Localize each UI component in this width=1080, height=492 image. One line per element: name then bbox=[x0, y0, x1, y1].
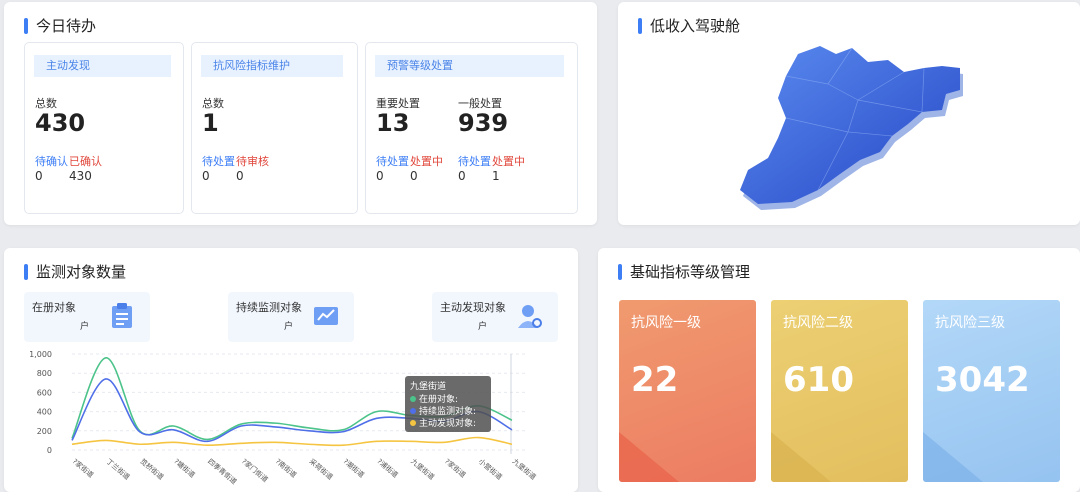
user-search-icon bbox=[518, 305, 542, 328]
y-tick-label: 400 bbox=[37, 408, 52, 417]
base-level-title: 基础指标等级管理 bbox=[618, 262, 750, 282]
x-tick-label: ?潮街道 bbox=[341, 457, 366, 480]
pending-confirm-value: 0 bbox=[35, 169, 43, 183]
general-pending-value: 0 bbox=[458, 169, 466, 183]
risk-indicator-card[interactable]: 抗风险指标维护 总数 1 待处置 待审核 0 0 bbox=[191, 42, 358, 214]
card-head: 抗风险指标维护 bbox=[201, 55, 343, 77]
general-inprogress-label[interactable]: 处置中 bbox=[492, 153, 525, 169]
y-tick-label: 800 bbox=[37, 369, 52, 378]
important-value: 13 bbox=[376, 109, 410, 137]
x-tick-label: 九堡街道 bbox=[511, 457, 538, 482]
series-line-2 bbox=[71, 436, 513, 447]
important-pending-label[interactable]: 待处置 bbox=[376, 153, 409, 169]
registered-label: 在册对象 bbox=[32, 301, 76, 314]
registered-unit: 户 bbox=[80, 322, 90, 332]
level-name: 抗风险三级 bbox=[935, 315, 1005, 331]
chart-tooltip: 九堡街道 在册对象: 持续监测对象: 主动发现对象: bbox=[405, 376, 491, 432]
monitor-line-chart[interactable]: 02004006008001,000?家街道 丁兰街道 笕桥街道 ?塘街道 四季青街道?… bbox=[4, 344, 578, 492]
x-tick-label: 九堡街道 bbox=[409, 457, 436, 482]
monitoring-unit: 户 bbox=[284, 322, 294, 332]
level-name: 抗风险二级 bbox=[783, 315, 853, 331]
level-2-card[interactable]: 抗风险二级 610 bbox=[771, 300, 908, 482]
registered-stat[interactable]: 在册对象 户 bbox=[24, 292, 150, 342]
card-decoration bbox=[771, 432, 831, 482]
pending-review-label[interactable]: 待审核 bbox=[236, 153, 269, 169]
active-discovery-card[interactable]: 主动发现 总数 430 待确认 已确认 0 430 bbox=[24, 42, 184, 214]
tooltip-title: 九堡街道 bbox=[410, 382, 447, 392]
monitor-panel: 监测对象数量 在册对象 户 持续监测对象 户 主动发现对象 户 0 200 400 6… bbox=[4, 248, 578, 492]
warning-level-card[interactable]: 预警等级处置 重要处置 13 一般处置 939 待处置 处置中 0 0 待处置 … bbox=[365, 42, 578, 214]
pending-confirm-label[interactable]: 待确认 bbox=[35, 153, 68, 169]
confirmed-label[interactable]: 已确认 bbox=[69, 153, 102, 169]
level-value: 610 bbox=[783, 360, 854, 400]
monitoring-label: 持续监测对象 bbox=[236, 301, 302, 314]
x-tick-label: ?家门街道 bbox=[240, 457, 270, 484]
x-tick-label: ?南街道 bbox=[274, 457, 299, 480]
todo-title: 今日待办 bbox=[24, 16, 96, 36]
clipboard-icon bbox=[112, 303, 132, 328]
general-inprogress-value: 1 bbox=[492, 169, 500, 183]
total-value: 430 bbox=[35, 109, 86, 137]
total-value: 1 bbox=[202, 109, 219, 137]
low-income-panel: 低收入驾驶舱 bbox=[618, 2, 1080, 225]
x-tick-label: 四季青街道 bbox=[206, 457, 239, 486]
level-value: 22 bbox=[631, 360, 679, 400]
card-decoration bbox=[619, 432, 679, 482]
level-3-card[interactable]: 抗风险三级 3042 bbox=[923, 300, 1060, 482]
important-pending-value: 0 bbox=[376, 169, 384, 183]
pending-handle-value: 0 bbox=[202, 169, 210, 183]
discovered-unit: 户 bbox=[478, 322, 488, 332]
level-value: 3042 bbox=[935, 360, 1030, 400]
y-tick-label: 0 bbox=[47, 446, 52, 455]
trend-chart-icon bbox=[314, 307, 338, 325]
level-1-card[interactable]: 抗风险一级 22 bbox=[619, 300, 756, 482]
general-pending-label[interactable]: 待处置 bbox=[458, 153, 491, 169]
pending-review-value: 0 bbox=[236, 169, 244, 183]
tooltip-item: 主动发现对象: bbox=[410, 416, 476, 429]
x-tick-label: 小营街道 bbox=[477, 457, 504, 482]
x-tick-label: ?浦街道 bbox=[375, 457, 400, 480]
x-tick-label: ?家街道 bbox=[443, 457, 468, 480]
discovered-label: 主动发现对象 bbox=[440, 301, 506, 314]
base-level-panel: 基础指标等级管理 抗风险一级 22 抗风险二级 610 抗风险三级 3042 bbox=[598, 248, 1080, 492]
important-inprogress-label[interactable]: 处置中 bbox=[410, 153, 443, 169]
y-tick-label: 1,000 bbox=[29, 350, 52, 359]
monitor-title: 监测对象数量 bbox=[24, 262, 126, 282]
x-tick-label: 笕桥街道 bbox=[138, 457, 165, 482]
x-tick-label: ?塘街道 bbox=[172, 457, 197, 480]
region-map[interactable] bbox=[728, 40, 968, 210]
monitoring-stat[interactable]: 持续监测对象 户 bbox=[228, 292, 354, 342]
x-tick-label: 丁兰街道 bbox=[105, 457, 132, 482]
x-tick-label: ?家街道 bbox=[71, 457, 96, 480]
card-head: 主动发现 bbox=[34, 55, 171, 77]
general-value: 939 bbox=[458, 109, 509, 137]
discovered-stat[interactable]: 主动发现对象 户 bbox=[432, 292, 558, 342]
level-name: 抗风险一级 bbox=[631, 315, 701, 331]
y-tick-label: 600 bbox=[37, 388, 52, 397]
card-decoration bbox=[923, 432, 983, 482]
x-tick-label: 采荷街道 bbox=[308, 457, 335, 482]
pending-handle-label[interactable]: 待处置 bbox=[202, 153, 235, 169]
important-inprogress-value: 0 bbox=[410, 169, 418, 183]
todo-panel: 今日待办 主动发现 总数 430 待确认 已确认 0 430 抗风险指标维护 总… bbox=[4, 2, 597, 225]
card-head: 预警等级处置 bbox=[375, 55, 564, 77]
y-tick-label: 200 bbox=[37, 427, 52, 436]
low-income-title: 低收入驾驶舱 bbox=[638, 16, 740, 36]
confirmed-value: 430 bbox=[69, 169, 92, 183]
